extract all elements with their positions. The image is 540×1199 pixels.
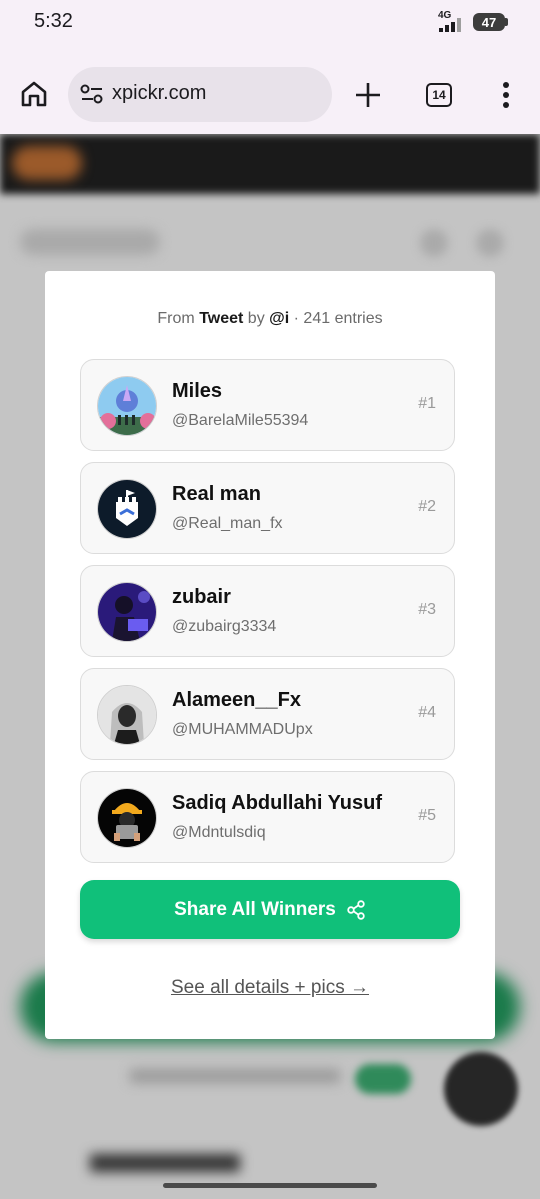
winner-handle: @Mdntulsdiq	[172, 824, 266, 841]
winner-name: zubair	[172, 586, 231, 608]
winner-card[interactable]: Real man @Real_man_fx #2	[80, 462, 455, 554]
winner-name: Real man	[172, 483, 261, 505]
status-time: 5:32	[34, 10, 73, 32]
winner-rank: #4	[418, 704, 436, 721]
status-bar: 5:32 4G 47	[0, 0, 540, 48]
winner-card[interactable]: zubair @zubairg3334 #3	[80, 565, 455, 657]
address-bar[interactable]: xpickr.com	[68, 67, 332, 122]
winner-rank: #2	[418, 498, 436, 515]
share-all-winners-button[interactable]: Share All Winners	[80, 880, 460, 939]
avatar	[97, 788, 157, 848]
modal-subtitle: From Tweet by @i · 241 entries	[45, 310, 495, 328]
share-button-label: Share All Winners	[174, 898, 336, 920]
plus-icon[interactable]	[352, 79, 384, 111]
browser-toolbar: xpickr.com 14	[0, 48, 540, 134]
winner-card[interactable]: Sadiq Abdullahi Yusuf @Mdntulsdiq #5	[80, 771, 455, 863]
share-icon	[347, 899, 365, 920]
avatar	[97, 582, 157, 642]
battery-icon: 47	[473, 13, 505, 31]
winner-rank: #5	[418, 807, 436, 824]
more-vert-icon[interactable]	[496, 80, 516, 110]
site-settings-icon[interactable]	[80, 84, 104, 104]
winner-rank: #3	[418, 601, 436, 618]
background-fab	[444, 1052, 518, 1126]
subtitle-author: @i	[269, 310, 290, 327]
subtitle-by: by	[247, 310, 265, 327]
signal-icon	[439, 18, 461, 32]
winner-name: Miles	[172, 380, 223, 402]
avatar	[97, 376, 157, 436]
background-pill	[355, 1064, 411, 1094]
subtitle-from: From	[157, 310, 195, 327]
background-footer	[90, 1154, 240, 1172]
background-nav	[20, 229, 160, 255]
battery-tip	[505, 18, 508, 26]
winner-handle: @Real_man_fx	[172, 515, 283, 532]
background-icon	[420, 229, 448, 257]
home-icon[interactable]	[18, 78, 50, 110]
url-text[interactable]: xpickr.com	[112, 82, 206, 105]
winner-handle: @MUHAMMADUpx	[172, 721, 313, 738]
avatar	[97, 685, 157, 745]
background-text	[130, 1069, 340, 1083]
winner-handle: @zubairg3334	[172, 618, 277, 635]
winner-name: Sadiq Abdullahi Yusuf	[172, 792, 383, 814]
winner-handle: @BarelaMile55394	[172, 412, 309, 429]
subtitle-source: Tweet	[199, 310, 244, 327]
tabs-icon[interactable]: 14	[426, 83, 452, 107]
winner-card[interactable]: Alameen__Fx @MUHAMMADUpx #4	[80, 668, 455, 760]
winner-name: Alameen__Fx	[172, 689, 301, 711]
winners-modal: From Tweet by @i · 241 entries Miles @Ba…	[45, 271, 495, 1039]
background-logo	[12, 146, 82, 180]
winner-card[interactable]: Miles @BarelaMile55394 #1	[80, 359, 455, 451]
winner-rank: #1	[418, 395, 436, 412]
see-all-details-link[interactable]: See all details + pics →	[45, 977, 495, 999]
avatar	[97, 479, 157, 539]
background-icon	[476, 229, 504, 257]
subtitle-entries: · 241 entries	[293, 310, 383, 327]
battery-level: 47	[481, 14, 497, 30]
home-indicator[interactable]	[163, 1183, 377, 1188]
tab-count: 14	[432, 88, 446, 102]
